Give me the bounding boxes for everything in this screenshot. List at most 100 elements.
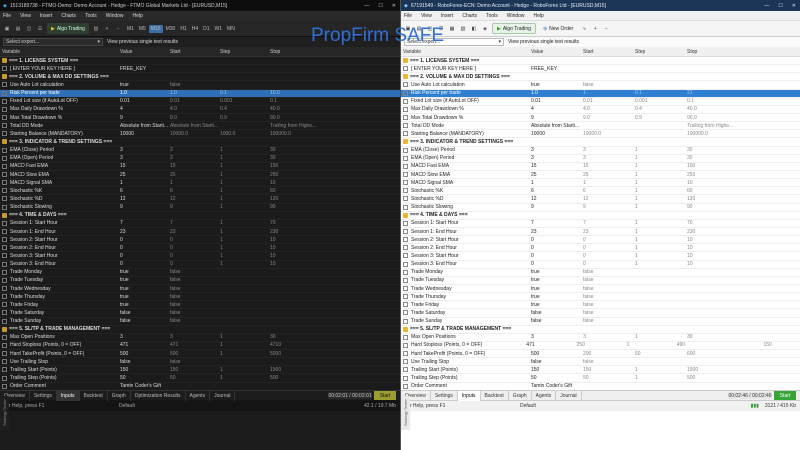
section-row[interactable]: === 4. TIME & DAYS === (401, 212, 800, 220)
zoom-out-icon[interactable]: − (602, 25, 610, 33)
data-window-icon[interactable]: ▧ (459, 25, 467, 33)
table-row[interactable]: Session 1: Start Hour 7 7 1 70 (401, 220, 800, 228)
optimize-checkbox[interactable] (403, 106, 408, 112)
profiles-icon[interactable]: ▤ (14, 25, 22, 33)
table-row[interactable]: Session 2: Start Hour 0 0 1 10 (401, 236, 800, 245)
section-row[interactable]: === 1. LICENSE SYSTEM === (401, 57, 800, 66)
optimize-checkbox[interactable] (2, 188, 7, 194)
column-header-stop[interactable]: Stop (268, 49, 358, 55)
section-row[interactable]: === 5. SL/TP & TRADE MANAGEMENT === (0, 326, 400, 334)
table-row[interactable]: Starting Balance (MANDATORY) 10000 10000.0… (401, 130, 800, 139)
optimize-checkbox[interactable] (2, 310, 7, 316)
column-header-variable[interactable]: Variable (401, 49, 529, 55)
optimize-checkbox[interactable] (2, 106, 7, 112)
section-row[interactable]: === 3. INDICATOR & TREND SETTINGS === (0, 138, 400, 147)
optimize-checkbox[interactable] (2, 204, 7, 210)
optimize-checkbox[interactable] (2, 318, 7, 324)
table-row[interactable]: EMA (Close) Period 3 3 1 30 (0, 147, 400, 155)
optimize-checkbox[interactable] (2, 66, 7, 72)
menu-view[interactable]: View (421, 13, 432, 19)
table-row[interactable]: Trade Tuesday true false (0, 277, 400, 285)
optimize-checkbox[interactable] (403, 155, 408, 161)
table-row[interactable]: Session 1: End Hour 23 23 1 230 (0, 228, 400, 237)
previous-results-link[interactable]: View previous single test results (107, 39, 178, 45)
optimize-checkbox[interactable] (2, 90, 7, 96)
start-button[interactable]: Start (374, 391, 396, 400)
table-row[interactable]: Session 3: Start Hour 0 0 1 10 (0, 252, 400, 261)
new-chart-icon[interactable]: ▣ (3, 25, 11, 33)
section-row[interactable]: === 2. VOLUME & MAX DD SETTINGS === (0, 73, 400, 82)
maximize-icon[interactable]: ☐ (778, 3, 782, 9)
tab-graph[interactable]: Graph (108, 390, 131, 401)
table-row[interactable]: MACD Signal SMA 1 1 1 10 (401, 179, 800, 188)
timeframe-d1[interactable]: D1 (201, 25, 211, 33)
close-icon[interactable]: ✕ (792, 3, 796, 9)
optimize-checkbox[interactable] (403, 180, 408, 186)
table-row[interactable]: Max Daily Drawdown % 4 4.0 0.4 40.0 (0, 106, 400, 114)
timeframe-m30[interactable]: M30 (164, 25, 178, 33)
optimize-checkbox[interactable] (2, 98, 7, 104)
optimize-checkbox[interactable] (403, 229, 408, 235)
optimize-checkbox[interactable] (2, 147, 7, 153)
tab-agents[interactable]: Agents (186, 390, 211, 401)
start-button[interactable]: Start (774, 391, 796, 400)
table-row[interactable]: Hard Stoploss (Points, 0 = OFF) 471 250 1 49… (401, 342, 800, 351)
table-row[interactable]: MACD Fast EMA 15 15 1 150 (401, 163, 800, 171)
optimize-checkbox[interactable] (403, 115, 408, 121)
table-row[interactable]: Session 1: End Hour 23 23 1 230 (401, 228, 800, 237)
optimize-checkbox[interactable] (403, 131, 408, 137)
column-header-step[interactable]: Step (218, 49, 268, 55)
optimize-checkbox[interactable] (403, 123, 408, 129)
optimize-checkbox[interactable] (403, 220, 408, 226)
optimize-checkbox[interactable] (2, 367, 7, 373)
table-row[interactable]: Trailing Start (Points) 150 150 1 1500 (401, 366, 800, 375)
section-row[interactable]: === 2. VOLUME & MAX DD SETTINGS === (401, 73, 800, 82)
table-row[interactable]: Trade Friday true false (401, 301, 800, 310)
table-row[interactable]: Stochastic %D 12 12 1 120 (0, 195, 400, 204)
table-row[interactable]: [ ENTER YOUR KEY HERE ] FREE_KEY (0, 65, 400, 74)
table-row[interactable]: Risk Percent per trade 1.0 1.0 0.1 10.0 (0, 89, 400, 98)
section-row[interactable]: === 3. INDICATOR & TREND SETTINGS === (401, 138, 800, 147)
terminal-icon[interactable]: ▦ (448, 25, 456, 33)
table-row[interactable]: Starting Balance (MANDATORY) 10000 10000.0… (0, 130, 400, 139)
market-watch-icon[interactable]: ◫ (25, 25, 33, 33)
column-header-stop[interactable]: Stop (685, 49, 775, 55)
optimize-checkbox[interactable] (2, 253, 7, 259)
optimize-checkbox[interactable] (403, 318, 408, 324)
chart-type-icon[interactable]: ▥ (92, 25, 100, 33)
table-row[interactable]: Order Comment Tamin Coder's Gift (0, 383, 400, 390)
table-row[interactable]: Trailing Step (Points) 50 50 1 500 (401, 374, 800, 383)
table-row[interactable]: Session 1: Start Hour 7 7 1 70 (0, 220, 400, 228)
optimize-checkbox[interactable] (403, 163, 408, 169)
table-row[interactable]: Max Open Positions 3 3 1 30 (401, 334, 800, 342)
column-header-start[interactable]: Start (168, 49, 218, 55)
optimize-checkbox[interactable] (403, 310, 408, 316)
table-row[interactable]: Hard TakeProfit (Points, 0 = OFF) 500 500 1… (0, 350, 400, 359)
table-row[interactable]: EMA (Close) Period 3 3 1 30 (401, 147, 800, 155)
section-row[interactable]: === 4. TIME & DAYS === (0, 212, 400, 220)
close-icon[interactable]: ✕ (392, 3, 396, 9)
optimize-checkbox[interactable] (2, 229, 7, 235)
optimize-checkbox[interactable] (403, 90, 408, 96)
optimize-checkbox[interactable] (2, 131, 7, 137)
navigator-icon[interactable]: ☰ (36, 25, 44, 33)
menu-file[interactable]: File (404, 13, 412, 19)
tab-journal[interactable]: Journal (210, 390, 236, 401)
column-header-start[interactable]: Start (581, 49, 633, 55)
optimize-checkbox[interactable] (2, 220, 7, 226)
optimize-checkbox[interactable] (403, 334, 408, 340)
menu-tools[interactable]: Tools (486, 13, 498, 19)
optimize-checkbox[interactable] (2, 359, 7, 365)
table-row[interactable]: Max Total Drawdown % 9 9.0 0.9 90.0 (0, 114, 400, 123)
expert-select[interactable]: Select expert... ▾ (3, 38, 103, 46)
menu-insert[interactable]: Insert (40, 13, 53, 19)
timeframe-mn[interactable]: MN (225, 25, 237, 33)
new-order-button[interactable]: ⊕ New Order (539, 23, 577, 34)
signal-icon[interactable]: ∿ (580, 25, 588, 33)
table-row[interactable]: Trade Wednesday true false (0, 285, 400, 294)
optimize-checkbox[interactable] (2, 375, 7, 381)
optimize-checkbox[interactable] (403, 147, 408, 153)
optimize-checkbox[interactable] (2, 334, 7, 340)
optimize-checkbox[interactable] (2, 172, 7, 178)
minimize-icon[interactable]: — (764, 3, 769, 9)
